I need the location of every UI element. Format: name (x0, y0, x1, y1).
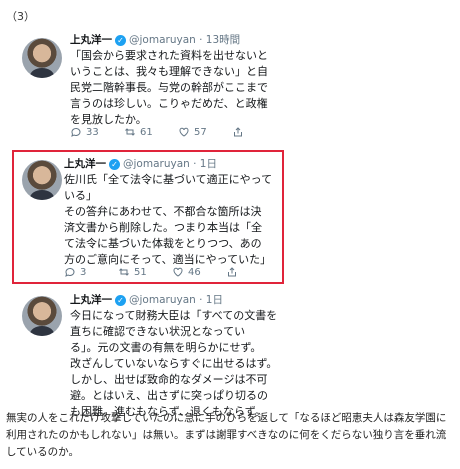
commentary-text: 無実の人をこれだけ攻撃していたのに急に手のひらを返して「なるほど昭恵夫人は森友学… (6, 412, 447, 458)
dot-separator: · (195, 34, 206, 46)
retweet-button[interactable]: 61 (124, 126, 178, 138)
author-handle[interactable]: @jomaruyan (129, 34, 196, 46)
tweet-header: 上丸洋一 ✓ @jomaruyan · 1日 (64, 156, 217, 171)
tweet-text: 今日になって財務大臣は「すべての文書を 直ちに確認できない状況となってい る」。… (70, 309, 278, 418)
tweet-time[interactable]: 13時間 (206, 34, 240, 46)
tweet-card[interactable]: 上丸洋一 ✓ @jomaruyan · 1日 今日になって財務大臣は「すべての文書を… (14, 290, 454, 418)
reply-count: 33 (86, 126, 99, 138)
tweet-text: 「国会から要求された資料を出せないと いうことは、我々も理解できない」と自 民党… (70, 49, 268, 126)
like-button[interactable]: 46 (172, 266, 226, 278)
reply-icon (71, 127, 81, 137)
verified-badge-icon: ✓ (109, 158, 120, 170)
tweet-actions: 33 61 57 (70, 126, 286, 138)
retweet-icon (119, 268, 129, 276)
dot-separator: · (189, 158, 200, 170)
tweet-text: 佐川氏「全て法令に基づいて適正にやって いる」 その答弁にあわせて、不都合な箇所… (64, 173, 273, 266)
verified-badge-icon: ✓ (115, 294, 126, 306)
reply-button[interactable]: 33 (70, 126, 124, 138)
share-icon (234, 127, 242, 137)
like-count: 57 (194, 126, 207, 138)
share-icon (228, 267, 236, 277)
retweet-button[interactable]: 51 (118, 266, 172, 278)
tweet-time[interactable]: 1日 (206, 294, 223, 306)
heart-icon (179, 127, 189, 137)
avatar[interactable] (22, 160, 62, 200)
heart-icon (173, 267, 183, 277)
like-button[interactable]: 57 (178, 126, 232, 138)
reply-count: 3 (80, 266, 87, 278)
tweet-time[interactable]: 1日 (200, 158, 217, 170)
tweet-card[interactable]: 上丸洋一 ✓ @jomaruyan · 13時間 「国会から要求された資料を出せない… (14, 20, 454, 146)
tweet-actions: 3 51 46 (64, 266, 280, 278)
author-name[interactable]: 上丸洋一 (70, 34, 112, 46)
author-handle[interactable]: @jomaruyan (129, 294, 196, 306)
author-name[interactable]: 上丸洋一 (70, 294, 112, 306)
share-button[interactable] (226, 266, 280, 278)
avatar[interactable] (22, 38, 62, 78)
reply-icon (65, 267, 75, 277)
like-count: 46 (188, 266, 201, 278)
tweet-header: 上丸洋一 ✓ @jomaruyan · 1日 (70, 292, 223, 307)
author-name[interactable]: 上丸洋一 (64, 158, 106, 170)
retweet-icon (125, 128, 135, 136)
avatar[interactable] (22, 296, 62, 336)
dot-separator: · (195, 294, 206, 306)
author-handle[interactable]: @jomaruyan (123, 158, 190, 170)
share-button[interactable] (232, 126, 286, 138)
retweet-count: 51 (134, 266, 147, 278)
tweet-header: 上丸洋一 ✓ @jomaruyan · 13時間 (70, 32, 240, 47)
highlighted-tweet-card[interactable]: 上丸洋一 ✓ @jomaruyan · 1日 佐川氏「全て法令に基づいて適正にやって… (12, 150, 284, 284)
retweet-count: 61 (140, 126, 153, 138)
reply-button[interactable]: 3 (64, 266, 118, 278)
verified-badge-icon: ✓ (115, 34, 126, 46)
